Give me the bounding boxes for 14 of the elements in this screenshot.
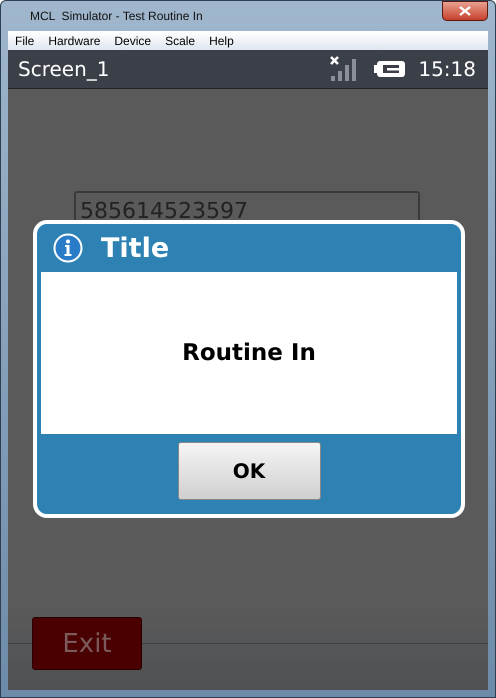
menu-item[interactable]: Help <box>209 34 234 48</box>
ok-button[interactable]: OK <box>178 442 320 500</box>
close-icon <box>459 6 471 16</box>
close-button[interactable] <box>442 1 488 21</box>
dialog-title: Title <box>101 232 170 264</box>
window-title: MCL Simulator - Test Routine In <box>30 9 203 23</box>
dialog-message: Routine In <box>182 340 316 366</box>
info-icon <box>53 233 83 263</box>
menu-item[interactable]: Hardware <box>48 34 100 48</box>
clock-time: 15:18 <box>418 57 476 81</box>
menu-item[interactable]: Device <box>114 34 152 48</box>
menu-item[interactable]: Scale <box>165 34 196 48</box>
screen-name: Screen_1 <box>18 57 110 81</box>
menu-item[interactable]: File <box>15 34 34 48</box>
